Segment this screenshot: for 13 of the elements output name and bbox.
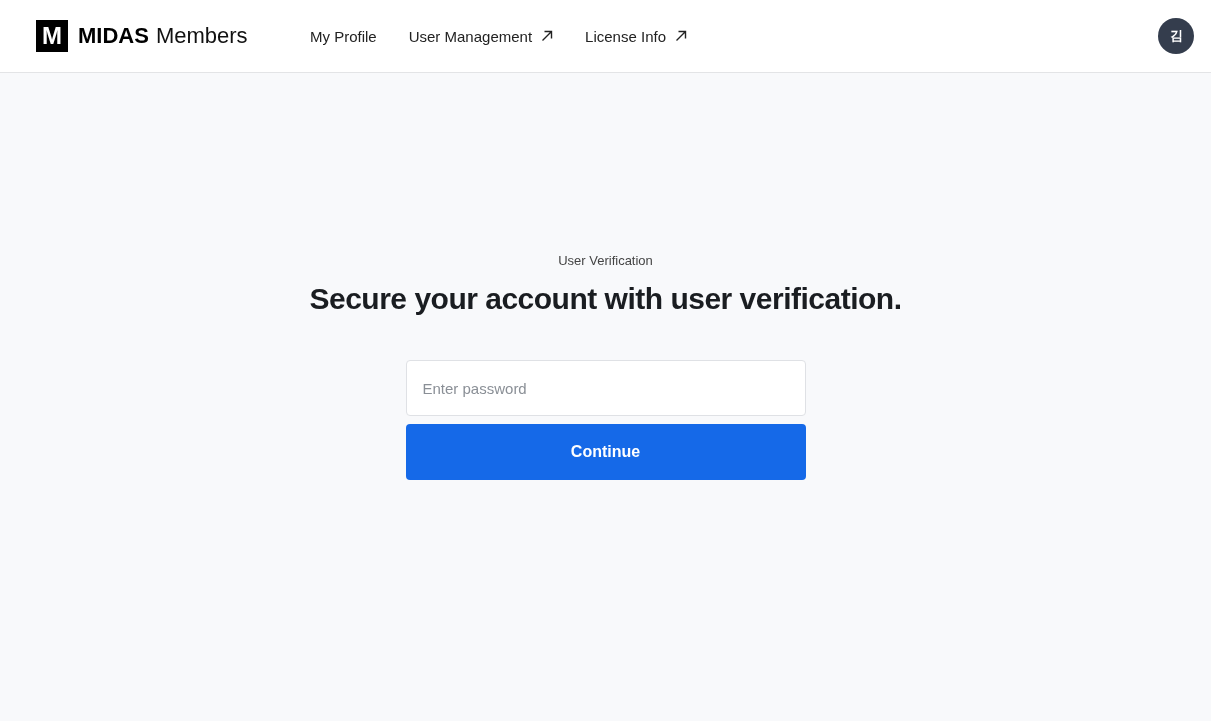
continue-button[interactable]: Continue: [405, 424, 806, 480]
nav-link[interactable]: License Info: [585, 27, 687, 45]
arrow-icon: [541, 30, 554, 42]
password-field[interactable]: Enter password: [405, 360, 806, 416]
product-name: Members: [155, 23, 248, 49]
nav-link[interactable]: My Profile: [310, 27, 377, 45]
page-title: Secure your account with user verification.: [309, 282, 902, 316]
nav-link[interactable]: User Management: [408, 27, 554, 45]
arrow-icon: [675, 30, 687, 42]
eyebrow-text: User Verification: [558, 253, 653, 268]
brand-name: MIDAS: [78, 23, 149, 49]
logo-mark: M: [36, 20, 68, 52]
avatar[interactable]: 김: [1158, 18, 1194, 54]
